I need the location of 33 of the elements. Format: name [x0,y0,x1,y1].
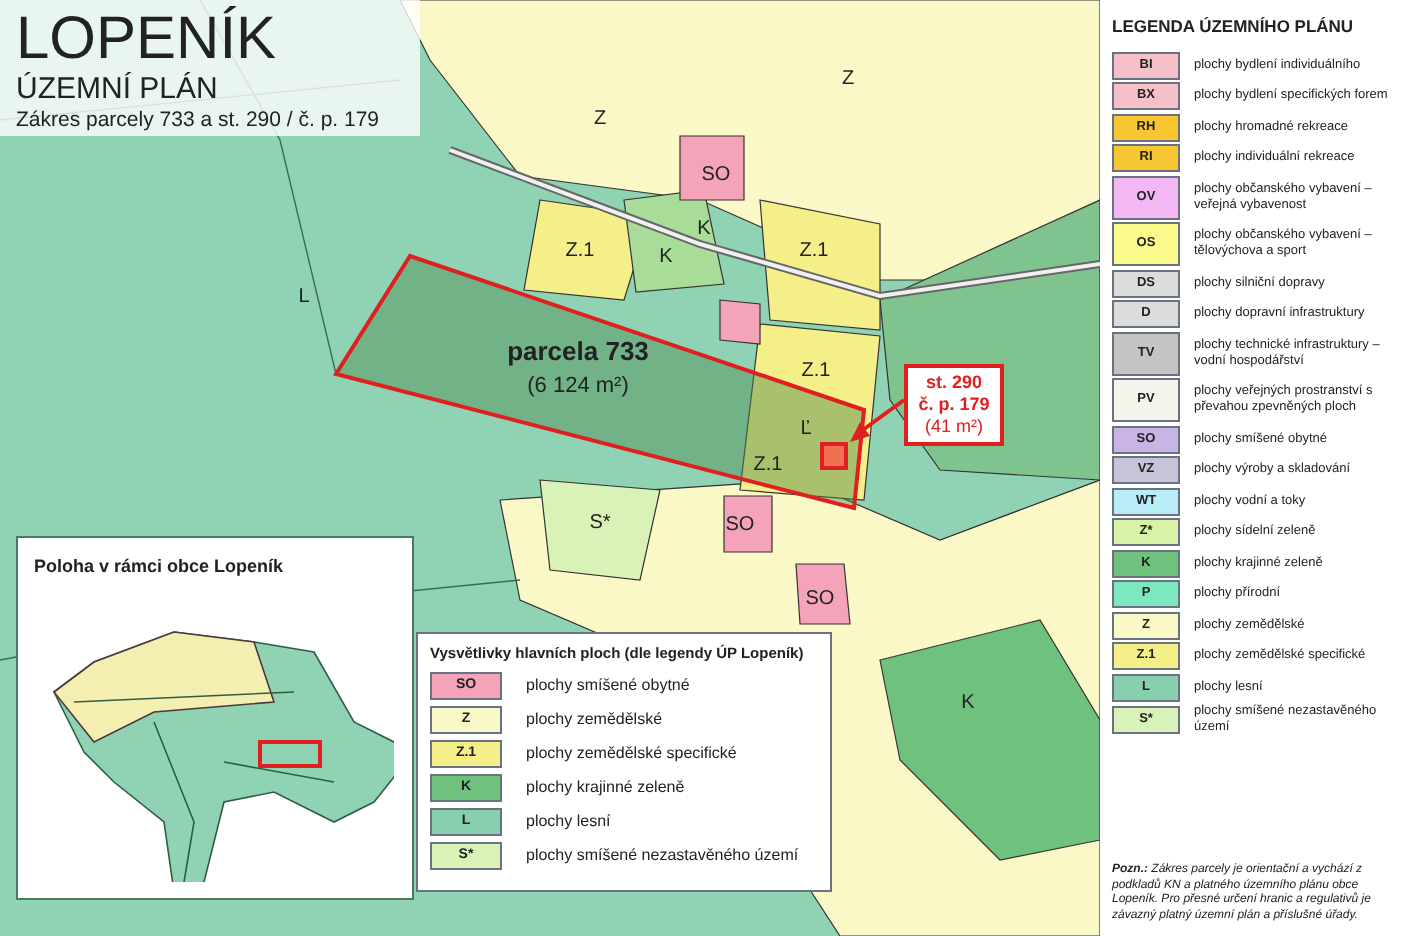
legend-label: plochy smíšené obytné [526,674,690,699]
zone-label: K [659,246,673,268]
zone-label: L [298,286,310,308]
location-marker [258,739,322,767]
zone-label: SO [805,588,835,610]
map-title: LOPENÍK [16,8,279,72]
parcel-label: parcela 733 [507,336,649,366]
zone-label: K [697,218,711,240]
legend-label: plochy zemědělské [526,708,663,733]
legend-label: plochy zemědělské specifické [526,742,737,767]
zone-label: Z.1 [565,240,595,262]
map-caption: Zákres parcely 733 a st. 290 / č. p. 179 [16,106,380,134]
legend-title: LEGENDA ÚZEMNÍHO PLÁNU [1112,14,1356,40]
callout-text: č. p. 179 [918,394,990,416]
legend-label: plochy smíšené nezastavěného území [526,844,799,869]
zone-label: SO [701,164,731,186]
map-subtitle: ÚZEMNÍ PLÁN [16,72,220,106]
inset-title: Poloha v rámci obce Lopeník [34,554,286,580]
zone-label: Z.1 [753,454,783,476]
zone-label: Ľ [800,418,812,440]
callout-text: (41 m²) [925,416,983,438]
zone-label: Z.1 [801,360,831,382]
zone-label: Z [593,108,607,130]
zone-label: K [961,692,975,714]
parcel-area: (6 124 m²) [527,374,629,398]
zone-label: Z.1 [799,240,829,262]
building-marker [820,442,848,470]
zone-label: SO [725,514,755,536]
callout-text: st. 290 [925,372,983,394]
zone-label: Z [841,68,855,90]
legend-label: plochy krajinné zeleně [526,776,685,801]
legend-label: plochy lesní [526,810,611,835]
zone-label: S* [589,512,611,534]
